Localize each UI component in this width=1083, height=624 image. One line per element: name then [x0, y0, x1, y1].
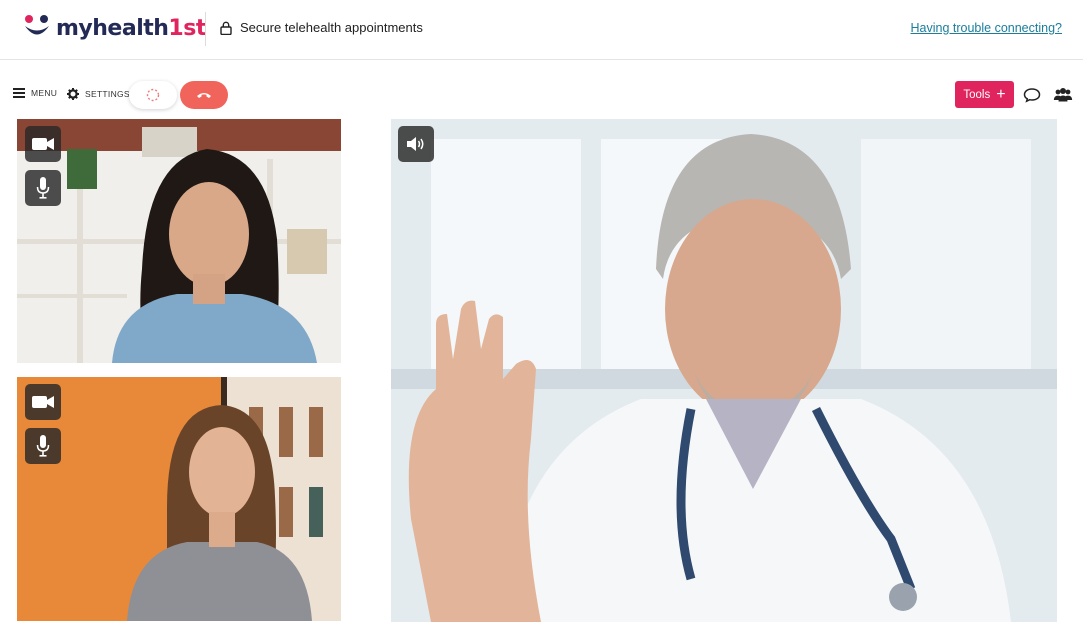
app-header: myhealth1st Secure telehealth appointmen… [0, 0, 1083, 60]
microphone-icon [36, 435, 50, 457]
main-video-tile[interactable] [391, 119, 1057, 622]
participants-icon[interactable] [1053, 85, 1073, 105]
participant-video-tile-1[interactable] [17, 119, 341, 363]
chat-bubble-icon[interactable] [1022, 85, 1042, 105]
end-call-button[interactable] [180, 81, 228, 109]
logo-text: myhealth1st [56, 15, 206, 41]
myhealth1st-logo[interactable]: myhealth1st [22, 10, 206, 46]
video-camera-icon [32, 138, 54, 150]
header-divider [205, 12, 206, 46]
menu-label: MENU [31, 88, 58, 98]
participant-video-feed [17, 377, 341, 621]
menu-button[interactable]: MENU [13, 88, 57, 98]
lock-icon [220, 21, 232, 35]
settings-label: SETTINGS [85, 89, 130, 99]
microphone-toggle-button[interactable] [25, 170, 61, 206]
speaker-toggle-button[interactable] [398, 126, 434, 162]
camera-toggle-button[interactable] [25, 126, 61, 162]
video-camera-icon [32, 396, 54, 408]
trouble-connecting-link[interactable]: Having trouble connecting? [911, 21, 1063, 35]
doctor-video-feed [391, 119, 1057, 622]
plus-icon: + [996, 85, 1006, 103]
gear-icon [67, 88, 79, 100]
participant-video-tile-2[interactable] [17, 377, 341, 621]
hamburger-menu-icon [13, 88, 25, 98]
camera-toggle-button[interactable] [25, 384, 61, 420]
smile-logo-icon [25, 15, 49, 35]
microphone-icon [36, 177, 50, 199]
settings-button[interactable]: SETTINGS [67, 88, 130, 100]
tools-label: Tools [963, 88, 991, 101]
tools-button[interactable]: Tools + [955, 81, 1014, 108]
hang-up-phone-icon [197, 93, 211, 98]
participant-video-feed [17, 119, 341, 363]
speaker-volume-icon [407, 137, 424, 151]
secure-appointments-label: Secure telehealth appointments [220, 20, 423, 35]
call-toolbar: MENU SETTINGS Tools + [0, 76, 1083, 114]
microphone-toggle-button[interactable] [25, 428, 61, 464]
loading-spinner-icon [146, 88, 160, 102]
connection-status-button[interactable] [129, 81, 177, 109]
